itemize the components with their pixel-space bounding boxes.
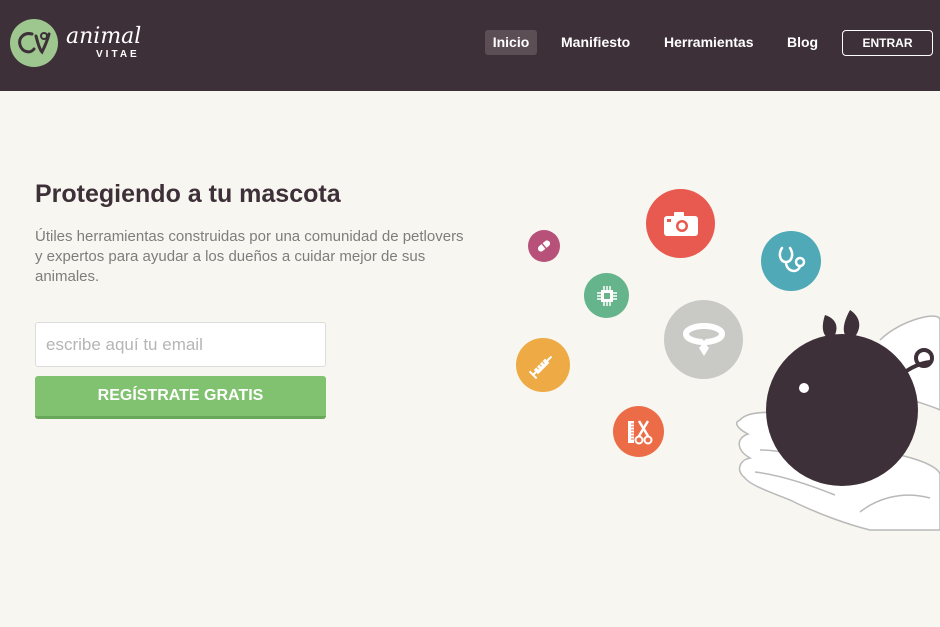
nav-item-manifiesto[interactable]: Manifiesto [561, 30, 630, 55]
email-input[interactable] [35, 322, 326, 367]
hero-description: Útiles herramientas construidas por una … [35, 228, 464, 285]
camera-icon [646, 189, 715, 258]
pill-icon [528, 230, 560, 262]
brand-logo[interactable]: animal VITAE [10, 19, 141, 67]
logo-badge-icon [10, 19, 58, 67]
brand-subtitle: VITAE [96, 49, 140, 60]
stethoscope-icon [761, 231, 821, 291]
nav-item-inicio[interactable]: Inicio [485, 30, 537, 55]
brand-name: animal [66, 24, 142, 49]
nav-item-herramientas[interactable]: Herramientas [664, 30, 754, 55]
microchip-icon [584, 273, 629, 318]
grooming-icon [613, 406, 664, 457]
register-button[interactable]: REGÍSTRATE GRATIS [35, 376, 326, 419]
syringe-icon [516, 338, 570, 392]
top-navigation-bar: animal VITAE Inicio Manifiesto Herramien… [0, 0, 940, 91]
pet-in-hands-illustration [735, 310, 940, 531]
hero-title: Protegiendo a tu mascota [35, 180, 341, 208]
nav-item-blog[interactable]: Blog [787, 30, 818, 55]
login-button[interactable]: ENTRAR [842, 30, 933, 56]
